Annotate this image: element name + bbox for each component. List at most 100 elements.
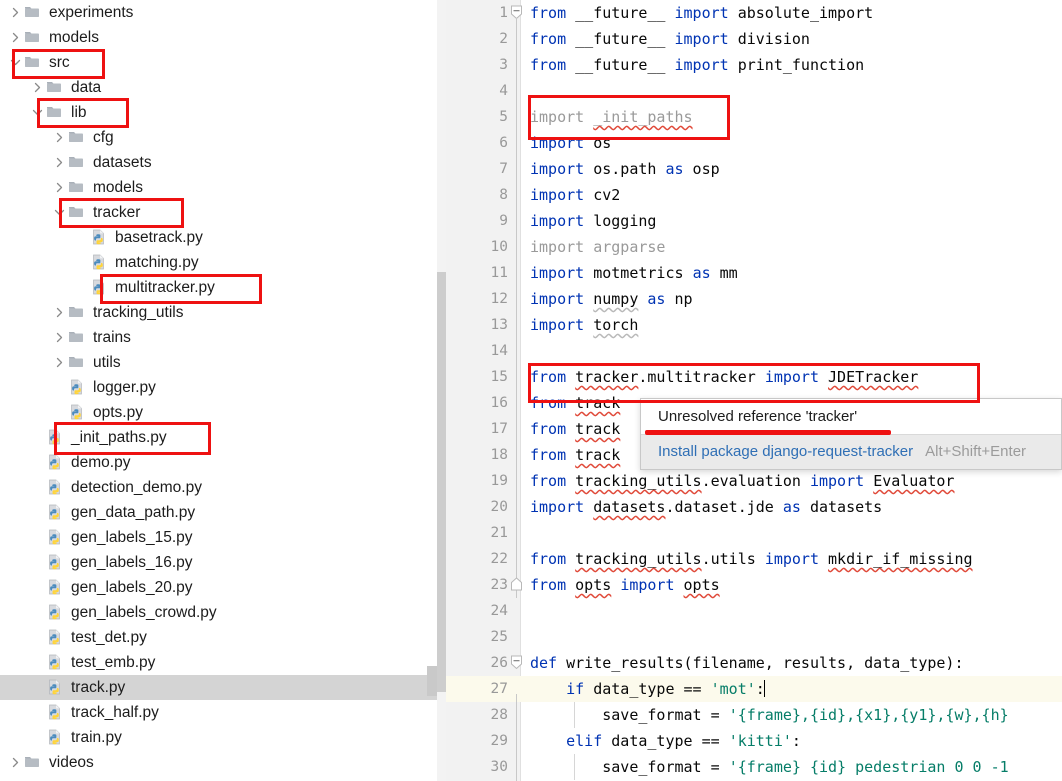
inspection-tooltip[interactable]: Unresolved reference 'tracker' Install p… xyxy=(640,398,1062,470)
tree-item-label: videos xyxy=(49,754,94,771)
code-line[interactable]: 30 save_format = '{frame} {id} pedestria… xyxy=(446,754,1062,780)
project-tree-panel[interactable]: experiments models src data lib cfg datasets mo… xyxy=(0,0,446,781)
code-line[interactable]: 29 elif data_type == 'kitti': xyxy=(446,728,1062,754)
tree-item-data[interactable]: data xyxy=(0,75,446,100)
code-line[interactable]: 24 xyxy=(446,598,1062,624)
tree-item-logger-py[interactable]: logger.py xyxy=(0,375,446,400)
code-line[interactable]: 12 import numpy as np xyxy=(446,286,1062,312)
chevron-right-icon[interactable] xyxy=(50,150,68,175)
chevron-right-icon[interactable] xyxy=(6,0,24,25)
code-line[interactable]: 19 from tracking_utils.evaluation import … xyxy=(446,468,1062,494)
tree-item-opts-py[interactable]: opts.py xyxy=(0,400,446,425)
code-token: tracking_utils xyxy=(575,472,702,490)
tree-item-cfg[interactable]: cfg xyxy=(0,125,446,150)
tree-item-utils[interactable]: utils xyxy=(0,350,446,375)
tree-item-lib[interactable]: lib xyxy=(0,100,446,125)
code-line[interactable]: 14 xyxy=(446,338,1062,364)
tree-item-gen-labels-16-py[interactable]: gen_labels_16.py xyxy=(0,550,446,575)
tree-item-track-py[interactable]: track.py xyxy=(0,675,446,700)
tree-item-src[interactable]: src xyxy=(0,50,446,75)
chevron-down-icon[interactable] xyxy=(50,200,68,225)
code-editor[interactable]: 1 from __future__ import absolute_import 2… xyxy=(446,0,1062,781)
project-tree-list[interactable]: experiments models src data lib cfg datasets mo… xyxy=(0,0,446,775)
tree-item-datasets[interactable]: datasets xyxy=(0,150,446,175)
install-package-label[interactable]: Install package django-request-tracker xyxy=(658,443,913,460)
tree-item-basetrack-py[interactable]: basetrack.py xyxy=(0,225,446,250)
code-line[interactable]: 28 save_format = '{frame},{id},{x1},{y1}… xyxy=(446,702,1062,728)
tree-scrollbar-thumb[interactable] xyxy=(437,272,446,692)
tree-item-track-half-py[interactable]: track_half.py xyxy=(0,700,446,725)
code-token: '{frame} {id} pedestrian 0 0 -1 xyxy=(728,758,1009,776)
tree-item-models[interactable]: models xyxy=(0,175,446,200)
tree-item-detection-demo-py[interactable]: detection_demo.py xyxy=(0,475,446,500)
tree-item-test-det-py[interactable]: test_det.py xyxy=(0,625,446,650)
line-content: elif data_type == 'kitti': xyxy=(530,728,801,754)
line-content: import motmetrics as mm xyxy=(530,260,738,286)
code-line[interactable]: 23 from opts import opts xyxy=(446,572,1062,598)
code-line[interactable]: 5 import _init_paths xyxy=(446,104,1062,130)
tree-item-tracker[interactable]: tracker xyxy=(0,200,446,225)
code-fold-marker[interactable] xyxy=(510,655,524,673)
chevron-right-icon[interactable] xyxy=(50,325,68,350)
code-line[interactable]: 10 import argparse xyxy=(446,234,1062,260)
code-line[interactable]: 15 from tracker.multitracker import JDETr… xyxy=(446,364,1062,390)
chevron-right-icon[interactable] xyxy=(50,300,68,325)
line-number: 17 xyxy=(490,421,508,437)
tree-scrollbar[interactable] xyxy=(437,0,446,781)
chevron-right-icon[interactable] xyxy=(6,750,24,775)
code-line[interactable]: 22 from tracking_utils.utils import mkdir… xyxy=(446,546,1062,572)
code-line[interactable]: 3 from __future__ import print_function xyxy=(446,52,1062,78)
code-line[interactable]: 1 from __future__ import absolute_import xyxy=(446,0,1062,26)
tree-item-test-emb-py[interactable]: test_emb.py xyxy=(0,650,446,675)
tree-item-gen-labels-15-py[interactable]: gen_labels_15.py xyxy=(0,525,446,550)
code-token: print_function xyxy=(728,56,865,74)
tree-item-label: gen_labels_15.py xyxy=(71,529,193,546)
tree-item-multitracker-py[interactable]: multitracker.py xyxy=(0,275,446,300)
line-content: save_format = '{frame} {id} pedestrian 0… xyxy=(530,754,1009,780)
chevron-down-icon[interactable] xyxy=(28,100,46,125)
code-token: save_format = xyxy=(530,758,729,776)
code-line[interactable]: 21 xyxy=(446,520,1062,546)
tree-item-train-py[interactable]: train.py xyxy=(0,725,446,750)
code-line[interactable]: 9 import logging xyxy=(446,208,1062,234)
folder-icon xyxy=(68,325,88,350)
tooltip-quickfix-action[interactable]: Install package django-request-tracker A… xyxy=(641,434,1061,469)
tree-item-videos[interactable]: videos xyxy=(0,750,446,775)
tree-item-trains[interactable]: trains xyxy=(0,325,446,350)
code-line[interactable]: 4 xyxy=(446,78,1062,104)
code-line[interactable]: 26 def write_results(filename, results, d… xyxy=(446,650,1062,676)
tree-item-tracking-utils[interactable]: tracking_utils xyxy=(0,300,446,325)
tree-item-demo-py[interactable]: demo.py xyxy=(0,450,446,475)
tree-item-label: data xyxy=(71,79,102,96)
python-file-icon xyxy=(46,550,66,575)
code-fold-end-marker[interactable] xyxy=(510,577,524,595)
code-line[interactable]: 27 if data_type == 'mot': xyxy=(446,676,1062,702)
chevron-down-icon[interactable] xyxy=(6,50,24,75)
tree-item-gen-labels-20-py[interactable]: gen_labels_20.py xyxy=(0,575,446,600)
code-line[interactable]: 13 import torch xyxy=(446,312,1062,338)
code-line[interactable]: 2 from __future__ import division xyxy=(446,26,1062,52)
tree-item-models[interactable]: models xyxy=(0,25,446,50)
line-number: 19 xyxy=(490,473,508,489)
code-fold-marker[interactable] xyxy=(510,5,524,23)
chevron-right-icon[interactable] xyxy=(50,175,68,200)
tree-item-experiments[interactable]: experiments xyxy=(0,0,446,25)
line-number: 14 xyxy=(490,343,508,359)
code-line[interactable]: 25 xyxy=(446,624,1062,650)
code-line[interactable]: 6 import os xyxy=(446,130,1062,156)
tree-arrow-placeholder xyxy=(72,225,90,250)
chevron-right-icon[interactable] xyxy=(50,125,68,150)
chevron-right-icon[interactable] xyxy=(50,350,68,375)
code-token: datasets xyxy=(593,498,666,516)
chevron-right-icon[interactable] xyxy=(28,75,46,100)
code-line[interactable]: 8 import cv2 xyxy=(446,182,1062,208)
code-line[interactable]: 20 import datasets.dataset.jde as dataset… xyxy=(446,494,1062,520)
chevron-right-icon[interactable] xyxy=(6,25,24,50)
code-line[interactable]: 11 import motmetrics as mm xyxy=(446,260,1062,286)
code-line[interactable]: 7 import os.path as osp xyxy=(446,156,1062,182)
code-token: mm xyxy=(710,264,738,282)
tree-item-matching-py[interactable]: matching.py xyxy=(0,250,446,275)
tree-item--init-paths-py[interactable]: _init_paths.py xyxy=(0,425,446,450)
tree-item-gen-data-path-py[interactable]: gen_data_path.py xyxy=(0,500,446,525)
tree-item-gen-labels-crowd-py[interactable]: gen_labels_crowd.py xyxy=(0,600,446,625)
